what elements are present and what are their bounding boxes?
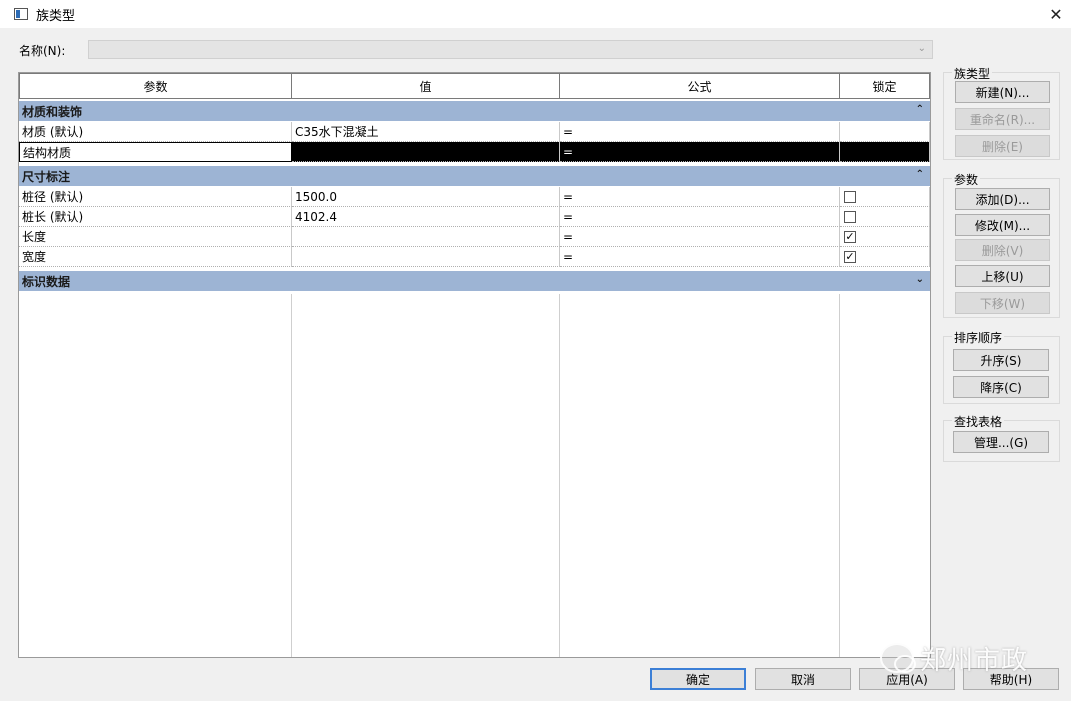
lock-cell: ✓: [840, 247, 930, 267]
window-title: 族类型: [36, 8, 76, 24]
lock-checkbox[interactable]: [844, 190, 856, 203]
value-cell[interactable]: 1500.0: [292, 187, 560, 207]
title-bar: 族类型 ✕: [0, 0, 1071, 28]
formula-cell[interactable]: =: [560, 142, 840, 162]
formula-cell[interactable]: =: [560, 227, 840, 247]
lock-checkbox-checked[interactable]: ✓: [844, 250, 856, 263]
group-dimensions[interactable]: 尺寸标注 ⌃: [19, 166, 930, 186]
modify-parameter-button[interactable]: 修改(M)...: [955, 214, 1050, 236]
group-title: 材质和装饰: [22, 104, 83, 119]
header-formula[interactable]: 公式: [560, 73, 840, 99]
value-cell[interactable]: [292, 247, 560, 267]
lock-checkbox-checked[interactable]: ✓: [844, 230, 856, 243]
header-parameter[interactable]: 参数: [19, 73, 292, 99]
param-name-cell: 结构材质: [19, 142, 292, 162]
rename-type-button[interactable]: 重命名(R)...: [955, 108, 1050, 130]
param-name-cell: 长度: [19, 227, 292, 247]
family-types-window-icon: [14, 8, 28, 20]
param-name-cell: 桩长 (默认): [19, 207, 292, 227]
lock-cell: [840, 122, 930, 142]
table-row-selected[interactable]: 结构材质 =: [19, 142, 930, 162]
table-row[interactable]: 材质 (默认) C35水下混凝土 =: [19, 122, 930, 142]
table-row[interactable]: 长度 = ✓: [19, 227, 930, 247]
name-label: 名称(N):: [19, 43, 66, 58]
sort-order-legend: 排序顺序: [952, 329, 1005, 346]
param-name-cell: 材质 (默认): [19, 122, 292, 142]
formula-cell[interactable]: =: [560, 207, 840, 227]
formula-cell[interactable]: =: [560, 187, 840, 207]
formula-cell[interactable]: =: [560, 247, 840, 267]
lock-cell: [840, 187, 930, 207]
family-types-legend: 族类型: [952, 65, 993, 82]
header-lock[interactable]: 锁定: [840, 73, 930, 99]
sort-descending-button[interactable]: 降序(C): [953, 376, 1049, 398]
column-divider: [291, 294, 292, 657]
ok-button[interactable]: 确定: [650, 668, 746, 690]
cancel-button[interactable]: 取消: [755, 668, 851, 690]
delete-parameter-button[interactable]: 删除(V): [955, 239, 1050, 261]
formula-cell[interactable]: =: [560, 122, 840, 142]
value-cell[interactable]: [292, 142, 560, 162]
lock-cell: [840, 142, 930, 162]
close-icon[interactable]: ✕: [1041, 0, 1071, 28]
lock-cell: ✓: [840, 227, 930, 247]
grid-header: 参数 值 公式 锁定: [19, 73, 930, 99]
group-materials-and-finishes[interactable]: 材质和装饰 ⌃: [19, 101, 930, 121]
add-parameter-button[interactable]: 添加(D)...: [955, 188, 1050, 210]
table-row[interactable]: 桩长 (默认) 4102.4 =: [19, 207, 930, 227]
header-value[interactable]: 值: [292, 73, 560, 99]
family-types-group: 族类型 新建(N)... 重命名(R)... 删除(E): [943, 65, 1060, 160]
watermark-text: 郑州市政: [920, 645, 1029, 676]
lock-checkbox[interactable]: [844, 210, 856, 223]
sort-ascending-button[interactable]: 升序(S): [953, 349, 1049, 371]
sort-order-group: 排序顺序 升序(S) 降序(C): [943, 329, 1060, 404]
name-dropdown[interactable]: ⌄: [88, 40, 933, 59]
group-title: 标识数据: [22, 274, 71, 289]
group-title: 尺寸标注: [22, 169, 71, 184]
lock-cell: [840, 207, 930, 227]
lookup-tables-legend: 查找表格: [952, 413, 1005, 430]
parameters-legend: 参数: [952, 171, 981, 188]
table-row[interactable]: 宽度 = ✓: [19, 247, 930, 267]
param-name-cell: 桩径 (默认): [19, 187, 292, 207]
move-down-button[interactable]: 下移(W): [955, 292, 1050, 314]
new-type-button[interactable]: 新建(N)...: [955, 81, 1050, 103]
chevron-down-icon: ⌄: [917, 43, 926, 54]
group-identity-data[interactable]: 标识数据 ⌄: [19, 271, 930, 291]
wechat-icon: [880, 643, 916, 673]
column-divider: [559, 294, 560, 657]
expand-icon[interactable]: ⌄: [916, 274, 924, 285]
param-name-cell: 宽度: [19, 247, 292, 267]
parameters-group: 参数 添加(D)... 修改(M)... 删除(V) 上移(U) 下移(W): [943, 171, 1060, 318]
collapse-icon[interactable]: ⌃: [916, 169, 924, 180]
watermark: 郑州市政: [880, 640, 1050, 676]
column-divider: [839, 294, 840, 657]
table-row[interactable]: 桩径 (默认) 1500.0 =: [19, 187, 930, 207]
value-cell[interactable]: [292, 227, 560, 247]
delete-type-button[interactable]: 删除(E): [955, 135, 1050, 157]
collapse-icon[interactable]: ⌃: [916, 104, 924, 115]
value-cell[interactable]: C35水下混凝土: [292, 122, 560, 142]
move-up-button[interactable]: 上移(U): [955, 265, 1050, 287]
lookup-tables-group: 查找表格 管理...(G): [943, 413, 1060, 462]
manage-lookup-tables-button[interactable]: 管理...(G): [953, 431, 1049, 453]
parameter-grid: 参数 值 公式 锁定 材质和装饰 ⌃ 材质 (默认) C35水下混凝土 = 结构…: [18, 72, 931, 658]
name-row: 名称(N):: [19, 40, 65, 60]
value-cell[interactable]: 4102.4: [292, 207, 560, 227]
